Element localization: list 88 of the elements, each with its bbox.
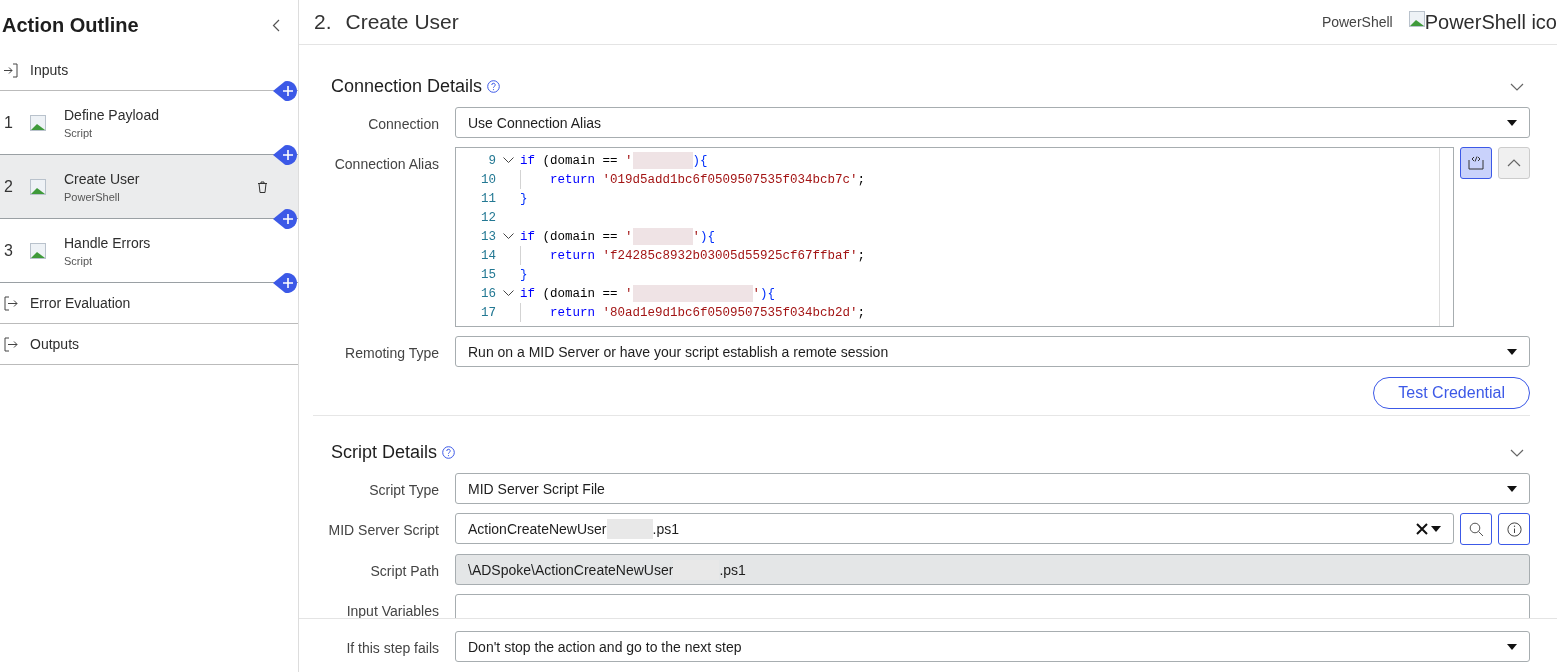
line-number: 13 [480,229,496,244]
add-step-icon[interactable] [273,80,299,102]
outline-label: Inputs [30,62,69,78]
step-number: 1 [4,113,14,132]
fold-chevron-icon[interactable] [502,290,514,297]
page-title: Create User [345,10,460,34]
code-line: if (domain == ' ){ [520,152,708,169]
search-icon [1468,521,1484,537]
code-line: } [520,267,528,282]
help-icon[interactable] [442,446,456,459]
dropdown-caret-icon[interactable] [1507,643,1517,650]
broken-image-icon [30,178,46,195]
field-label: Connection [367,115,439,132]
add-step-icon[interactable] [273,208,299,230]
clear-icon[interactable] [1416,522,1428,535]
broken-image-icon [30,114,46,131]
select-field[interactable]: Use Connection Alias [455,107,1530,138]
output-arrow-icon [4,336,18,352]
broken-image-alt-text: PowerShell ico [1408,10,1557,34]
line-number: 16 [480,286,496,301]
section-title: Connection Details [331,76,483,97]
select-field[interactable]: Don't stop the action and go to the next step [455,631,1530,662]
collapse-left-icon[interactable] [272,18,280,32]
line-number: 12 [480,210,496,225]
fold-chevron-icon[interactable] [502,157,514,164]
add-step-icon[interactable] [273,272,299,294]
step-index: 2. [314,10,332,34]
step-type-label: PowerShell [1321,14,1393,30]
outline-item[interactable]: Error Evaluation [0,283,298,324]
step-number: 2 [4,177,14,196]
select-field[interactable]: Run on a MID Server or have your script establish a remote session [455,336,1530,367]
step-name: Create User [64,170,141,187]
step-type: Script [64,254,94,267]
chevron-down-icon[interactable] [1510,448,1524,457]
line-number: 15 [480,267,496,282]
step-item[interactable]: 2 Create User PowerShell [0,155,298,219]
code-line: return '80ad1e9d1bc6f0509507535f034bcb2d'; [550,305,866,320]
field-label: If this step fails [345,639,439,656]
step-type: PowerShell [64,190,121,203]
lookup-field[interactable]: ActionCreateNewUser .ps1 [455,513,1454,544]
dropdown-caret-icon[interactable] [1507,119,1517,126]
step-number: 3 [4,241,14,260]
code-icon [1468,156,1484,170]
info-icon [1506,521,1522,537]
code-line: } [520,191,528,206]
input-arrow-icon [4,62,18,78]
line-number: 11 [480,191,496,206]
output-arrow-icon [4,295,18,311]
add-step-icon[interactable] [273,144,299,166]
outline-label: Error Evaluation [30,295,131,311]
broken-image-icon [1408,10,1425,27]
select-field[interactable]: MID Server Script File [455,473,1530,504]
outline-item[interactable]: Outputs [0,324,298,365]
test-credential-button[interactable]: Test Credential [1373,377,1530,409]
trash-icon[interactable] [257,180,268,193]
script-editor-button[interactable] [1460,147,1492,179]
input-field[interactable] [455,594,1530,618]
broken-image-icon [30,242,46,259]
fold-chevron-icon[interactable] [502,233,514,240]
readonly-field: \ADSpoke\ActionCreateNewUser .ps1 [455,554,1530,585]
field-label: MID Server Script [327,521,439,538]
outline-label: Outputs [30,336,80,352]
field-label: Input Variables [345,602,439,618]
dropdown-caret-icon[interactable] [1507,348,1517,355]
search-button[interactable] [1460,513,1492,545]
help-icon[interactable] [487,80,501,93]
line-number: 9 [487,153,496,168]
chevron-up-icon[interactable] [1507,159,1521,167]
line-number: 17 [480,305,496,320]
field-label: Script Path [369,562,439,579]
field-label: Connection Alias [333,155,439,172]
code-line: return '019d5add1bc6f0509507535f034bcb7c'; [550,172,866,187]
code-line: if (domain == ' '){ [520,285,776,302]
chevron-down-icon[interactable] [1510,82,1524,91]
field-label: Remoting Type [344,344,439,361]
step-name: Define Payload [64,106,160,123]
line-number: 14 [480,248,496,263]
line-number: 10 [480,172,496,187]
dropdown-caret-icon[interactable] [1431,525,1441,532]
code-line: return 'f24285c8932b03005d55925cf67ffbaf'; [550,248,866,263]
info-button[interactable] [1498,513,1530,545]
field-label: Script Type [368,481,439,498]
section-title: Script Details [331,442,438,463]
dropdown-caret-icon[interactable] [1507,485,1517,492]
step-name: Handle Errors [64,234,152,251]
code-line: if (domain == ' '){ [520,228,716,245]
step-type: Script [64,126,94,139]
sidebar-title: Action Outline [2,13,139,37]
